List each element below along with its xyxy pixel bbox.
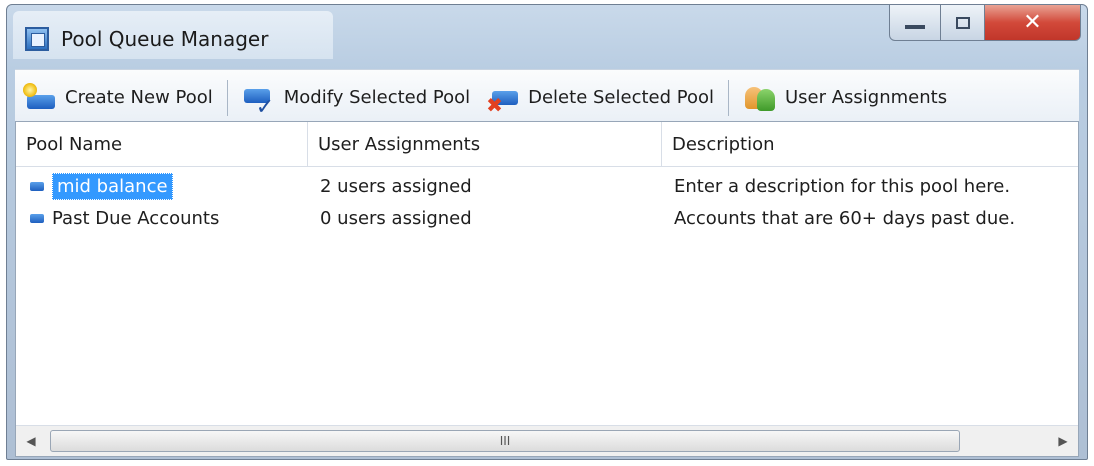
pool-name: mid balance [52, 172, 173, 200]
delete-selected-pool-button[interactable]: ✖ Delete Selected Pool [478, 78, 722, 118]
create-pool-icon [23, 82, 57, 113]
create-new-pool-button[interactable]: Create New Pool [15, 78, 221, 118]
minimize-icon [905, 24, 925, 29]
close-icon: ✕ [1023, 10, 1042, 35]
delete-selected-pool-label: Delete Selected Pool [528, 87, 714, 108]
pool-name: Past Due Accounts [52, 207, 220, 229]
pool-name-cell: Past Due Accounts [16, 202, 308, 234]
column-header-user-assignments[interactable]: User Assignments [308, 122, 662, 166]
column-header-pool-name[interactable]: Pool Name [16, 122, 308, 166]
modify-selected-pool-button[interactable]: ✓ Modify Selected Pool [234, 78, 478, 120]
table-row[interactable]: Past Due Accounts 0 users assigned Accou… [16, 202, 1078, 234]
scrollbar-thumb[interactable]: III [50, 430, 960, 452]
user-assignments-label: User Assignments [784, 87, 948, 108]
title-bar[interactable]: Pool Queue Manager ✕ [7, 5, 1087, 65]
list-header: Pool Name User Assignments Description [16, 122, 1078, 167]
column-header-description[interactable]: Description [662, 122, 1078, 166]
users-icon [743, 83, 777, 113]
close-button[interactable]: ✕ [985, 5, 1081, 41]
user-assignments-button[interactable]: User Assignments [735, 78, 955, 118]
window-title: Pool Queue Manager [61, 27, 269, 51]
pool-list: Pool Name User Assignments Description m… [15, 121, 1079, 457]
minimize-button[interactable] [889, 5, 941, 41]
app-icon [25, 27, 49, 51]
toolbar-separator [727, 79, 729, 116]
toolbar: Create New Pool ✓ Modify Selected Pool ✖… [15, 69, 1079, 125]
maximize-button[interactable] [941, 5, 985, 41]
pool-name-cell: mid balance [16, 170, 308, 202]
table-row[interactable]: mid balance 2 users assigned Enter a des… [16, 170, 1078, 202]
description-cell: Enter a description for this pool here. [674, 175, 1011, 197]
user-assignments-cell: 2 users assigned [320, 175, 472, 197]
scroll-right-arrow-icon[interactable]: ▶ [1048, 426, 1078, 456]
scroll-left-arrow-icon[interactable]: ◀ [16, 426, 46, 456]
scrollbar-grip: III [499, 434, 511, 448]
modify-pool-icon: ✓ [242, 83, 276, 120]
pool-icon [30, 181, 44, 191]
window-controls: ✕ [889, 5, 1081, 43]
delete-pool-icon: ✖ [486, 83, 520, 117]
list-rows: mid balance 2 users assigned Enter a des… [16, 170, 1078, 234]
modify-selected-pool-label: Modify Selected Pool [283, 87, 471, 108]
user-assignments-cell: 0 users assigned [320, 207, 472, 229]
create-new-pool-label: Create New Pool [65, 87, 213, 108]
pool-queue-manager-window: Pool Queue Manager ✕ Create New Pool ✓ M… [6, 4, 1088, 460]
horizontal-scrollbar[interactable]: ◀ III ▶ [16, 425, 1078, 456]
maximize-icon [955, 16, 970, 29]
toolbar-separator [226, 79, 228, 116]
description-cell: Accounts that are 60+ days past due. [674, 207, 1016, 229]
pool-icon [30, 213, 44, 223]
